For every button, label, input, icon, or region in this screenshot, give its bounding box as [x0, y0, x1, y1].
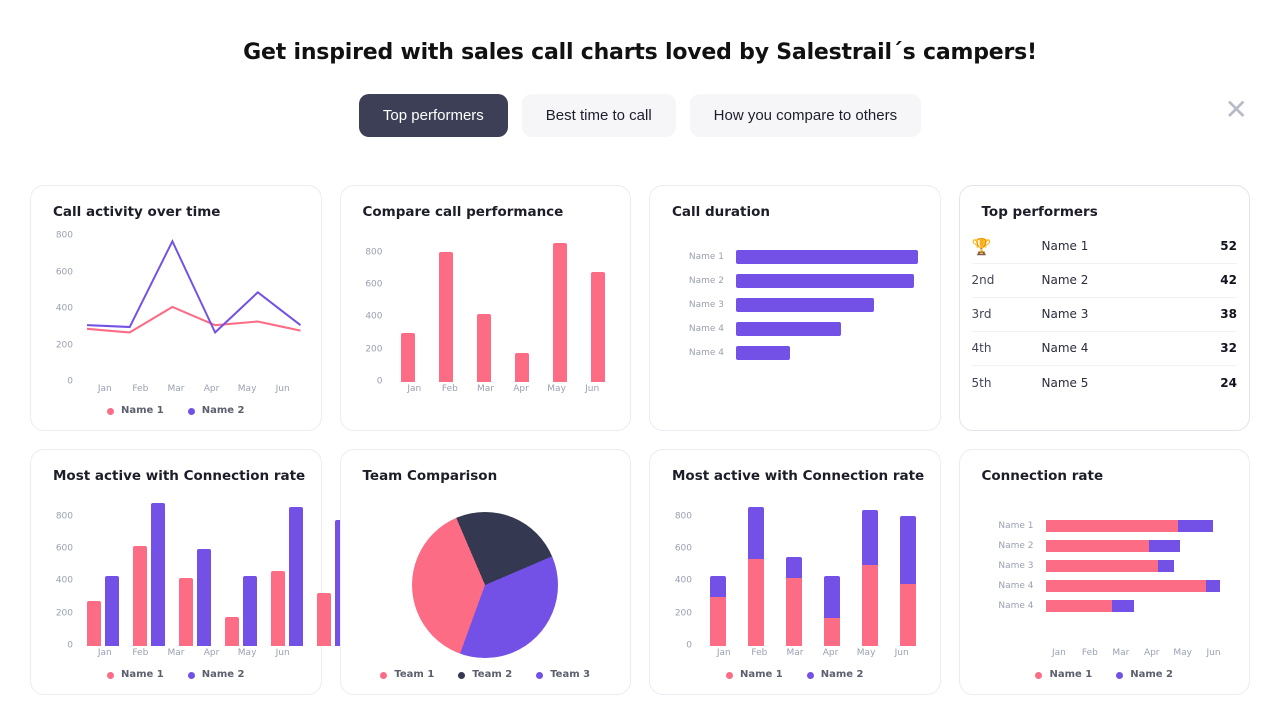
card-compare[interactable]: Compare call performance 0200400600800 J… [340, 185, 632, 431]
table-row: 2ndName 242 [972, 264, 1238, 298]
card-title: Call duration [672, 204, 926, 220]
legend: Name 1 Name 2 [974, 669, 1236, 681]
bars [706, 500, 920, 646]
tab-compare-others[interactable]: How you compare to others [690, 94, 921, 137]
card-active-grouped[interactable]: Most active with Connection rate 0200400… [30, 449, 322, 695]
y-axis: 0200400600800 [664, 500, 698, 646]
card-title: Top performers [982, 204, 1236, 220]
card-activity[interactable]: Call activity over time 0200400600800 Ja… [30, 185, 322, 431]
line-plot [87, 234, 301, 380]
legend: Name 1 Name 2 [664, 669, 926, 681]
tab-bar: Top performers Best time to call How you… [0, 94, 1280, 137]
y-axis: 0200400600800 [355, 236, 389, 382]
card-top-performers[interactable]: Top performers 🏆Name 1522ndName 2423rdNa… [959, 185, 1251, 431]
legend: Team 1 Team 2 Team 3 [355, 669, 617, 681]
tab-best-time[interactable]: Best time to call [522, 94, 676, 137]
x-axis: JanFebMarAprMayJun [87, 384, 301, 398]
legend: Name 1 Name 2 [45, 405, 307, 417]
top-table: 🏆Name 1522ndName 2423rdName 3384thName 4… [972, 230, 1238, 400]
card-title: Team Comparison [363, 468, 617, 484]
y-axis: 0200400600800 [45, 500, 79, 646]
table-row: 5thName 524 [972, 366, 1238, 400]
page-title: Get inspired with sales call charts love… [0, 40, 1280, 66]
x-axis: JanFebMarAprMayJun [87, 648, 301, 662]
card-duration[interactable]: Call duration Name 1Name 2Name 3Name 4Na… [649, 185, 941, 431]
card-title: Connection rate [982, 468, 1236, 484]
card-connection-rate[interactable]: Connection rate Name 1Name 2Name 3Name 4… [959, 449, 1251, 695]
bars [397, 236, 611, 382]
y-axis: 0200400600800 [45, 236, 79, 382]
table-row: 3rdName 338 [972, 298, 1238, 332]
table-row: 4thName 432 [972, 332, 1238, 366]
legend: Name 1 Name 2 [45, 669, 307, 681]
card-title: Most active with Connection rate [672, 468, 926, 484]
hbars: Name 1Name 2Name 3Name 4Name 4 [984, 520, 1228, 612]
pie-chart [412, 512, 558, 658]
x-axis: JanFebMarAprMayJun [1044, 648, 1230, 662]
card-title: Most active with Connection rate [53, 468, 307, 484]
bars [87, 500, 301, 646]
card-title: Call activity over time [53, 204, 307, 220]
card-title: Compare call performance [363, 204, 617, 220]
hbars: Name 1Name 2Name 3Name 4Name 4 [674, 250, 918, 360]
card-active-stacked[interactable]: Most active with Connection rate 0200400… [649, 449, 941, 695]
tab-top-performers[interactable]: Top performers [359, 94, 508, 137]
close-icon[interactable]: ✕ [1225, 96, 1248, 124]
x-axis: JanFebMarAprMayJun [397, 384, 611, 398]
x-axis: JanFebMarAprMayJun [706, 648, 920, 662]
table-row: 🏆Name 152 [972, 230, 1238, 264]
card-team-comparison[interactable]: Team Comparison Team 1 Team 2 Team 3 [340, 449, 632, 695]
